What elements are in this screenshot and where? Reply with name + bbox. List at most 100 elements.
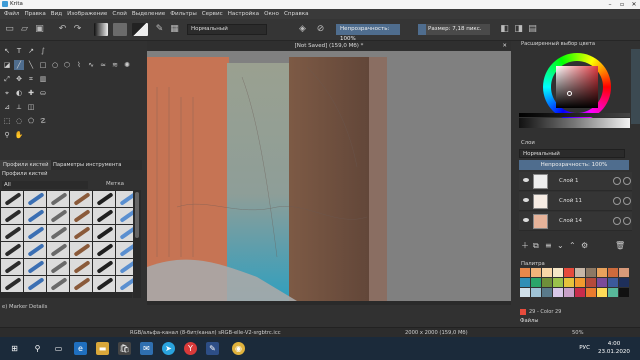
freehand-select-icon[interactable]: ☡ (38, 116, 48, 126)
tab-tool-options[interactable]: Параметры инструмента (50, 160, 124, 170)
brush-preset-tile[interactable] (1, 259, 23, 275)
brush-preset-tile[interactable] (70, 225, 92, 241)
brush-preset-tile[interactable] (1, 225, 23, 241)
brush-preset-tile[interactable] (93, 259, 115, 275)
palette-swatch[interactable] (553, 288, 563, 297)
palette-swatch[interactable] (520, 288, 530, 297)
brush-preset-tile[interactable] (47, 225, 69, 241)
menu-tools[interactable]: Сервис (202, 11, 223, 17)
color-history-bar[interactable] (519, 113, 630, 117)
brush-preset-tile[interactable] (93, 242, 115, 258)
text-tool-icon[interactable]: T (14, 46, 24, 56)
layer-properties-icon[interactable]: ≡ (545, 241, 552, 251)
yandex-browser-icon[interactable]: Y (184, 342, 197, 355)
select-shapes-icon[interactable]: ↖ (2, 46, 12, 56)
move-tool-icon[interactable]: ✥ (14, 74, 24, 84)
color-swatches-strip[interactable] (631, 49, 640, 124)
palette-swatch[interactable] (608, 268, 618, 277)
redo-icon[interactable]: ↷ (71, 23, 84, 36)
palette-swatch[interactable] (575, 268, 585, 277)
layer-row[interactable]: Слой 14 (519, 212, 632, 231)
alpha-lock-icon[interactable] (613, 217, 621, 225)
palette-swatch[interactable] (520, 268, 530, 277)
brush-preset-tile[interactable] (47, 242, 69, 258)
menu-edit[interactable]: Правка (24, 11, 45, 17)
crop-tool-icon[interactable]: ⌗ (26, 74, 36, 84)
edit-shapes-icon[interactable]: ↗ (26, 46, 36, 56)
chrome-icon[interactable]: ◉ (232, 342, 245, 355)
rectangle-tool-icon[interactable]: □ (38, 60, 48, 70)
files-tab[interactable]: Файлы (520, 318, 580, 327)
palette-swatch[interactable] (564, 278, 574, 287)
alpha-lock-icon[interactable] (613, 177, 621, 185)
pan-tool-icon[interactable]: ✋ (14, 130, 24, 140)
document-tab[interactable]: [Not Saved] (159,0 Мб) * ✕ (147, 41, 511, 51)
document-close-icon[interactable]: ✕ (502, 41, 507, 51)
palette-swatch[interactable] (586, 278, 596, 287)
rect-select-icon[interactable]: ⬚ (2, 116, 12, 126)
mirror-vertical-icon[interactable]: ◨ (512, 23, 525, 36)
brush-preset-tile[interactable] (1, 191, 23, 207)
search-icon[interactable]: ⚲ (31, 342, 44, 355)
pattern-swatch[interactable] (113, 23, 127, 36)
brush-preset-tile[interactable] (47, 208, 69, 224)
blend-mode-select[interactable]: Нормальный (187, 24, 267, 35)
menu-filters[interactable]: Фильтры (170, 11, 197, 17)
brush-preset-tile[interactable] (24, 208, 46, 224)
save-document-icon[interactable]: ▣ (33, 23, 46, 36)
brush-preset-tile[interactable] (24, 191, 46, 207)
colorize-mask-icon[interactable]: ◐ (14, 88, 24, 98)
presets-scrollbar[interactable] (133, 190, 141, 298)
palette-swatch[interactable] (564, 268, 574, 277)
alpha-lock-icon[interactable]: ⊘ (314, 23, 327, 36)
wrap-around-icon[interactable]: ▤ (526, 23, 539, 36)
palette-swatch[interactable] (619, 288, 629, 297)
zoom-level[interactable]: 50% (572, 330, 584, 336)
size-slider[interactable]: Размер: 7,18 пикс. (418, 24, 490, 35)
palette-swatch[interactable] (575, 288, 585, 297)
ellipse-select-icon[interactable]: ◌ (14, 116, 24, 126)
multibrush-icon[interactable]: ✺ (122, 60, 132, 70)
open-document-icon[interactable]: ▱ (18, 23, 31, 36)
krita-taskbar-icon[interactable]: ✎ (206, 342, 219, 355)
move-layer-down-icon[interactable]: ⌄ (557, 241, 564, 251)
delete-layer-icon[interactable]: 🗑 (615, 241, 625, 251)
preset-filter-select[interactable]: All (2, 181, 88, 189)
palette-swatch[interactable] (608, 288, 618, 297)
alpha-lock-icon[interactable] (613, 197, 621, 205)
brush-preset-tile[interactable] (70, 276, 92, 292)
palette-swatch[interactable] (575, 278, 585, 287)
dyna-tool-icon[interactable]: ≋ (110, 60, 120, 70)
reference-tool-icon[interactable]: ◫ (26, 102, 36, 112)
palette-swatch[interactable] (619, 268, 629, 277)
palette-swatch[interactable] (608, 278, 618, 287)
palette-swatch[interactable] (619, 278, 629, 287)
brush-preset-tile[interactable] (47, 259, 69, 275)
line-tool-icon[interactable]: ╲ (26, 60, 36, 70)
palette-swatch[interactable] (520, 278, 530, 287)
inherit-alpha-icon[interactable] (623, 197, 631, 205)
canvas-scrollbar[interactable] (147, 301, 511, 305)
brush-preset-tile[interactable] (70, 208, 92, 224)
undo-icon[interactable]: ↶ (56, 23, 69, 36)
palette-swatch[interactable] (531, 288, 541, 297)
polyline-tool-icon[interactable]: ⌇ (74, 60, 84, 70)
telegram-icon[interactable]: ➤ (162, 342, 175, 355)
polygon-tool-icon[interactable]: ⬡ (62, 60, 72, 70)
menu-settings[interactable]: Настройка (228, 11, 259, 17)
smart-patch-icon[interactable]: ✚ (26, 88, 36, 98)
layer-opacity-slider[interactable]: Непрозрачность: 100% (519, 160, 629, 170)
ellipse-tool-icon[interactable]: ○ (50, 60, 60, 70)
value-gradient-bar[interactable] (519, 118, 630, 128)
fg-bg-colors[interactable] (132, 23, 148, 36)
brush-preset-tile[interactable] (93, 225, 115, 241)
visibility-eye-icon[interactable] (523, 178, 529, 182)
brush-preset-tile[interactable] (24, 242, 46, 258)
menu-layer[interactable]: Слой (112, 11, 127, 17)
canvas-artwork[interactable] (147, 57, 387, 301)
palette-swatch[interactable] (531, 268, 541, 277)
palette-swatch[interactable] (586, 268, 596, 277)
fill-tool-icon[interactable]: ◪ (2, 60, 12, 70)
close-button[interactable]: ✕ (628, 0, 640, 9)
transform-tool-icon[interactable]: ⤢ (2, 74, 12, 84)
